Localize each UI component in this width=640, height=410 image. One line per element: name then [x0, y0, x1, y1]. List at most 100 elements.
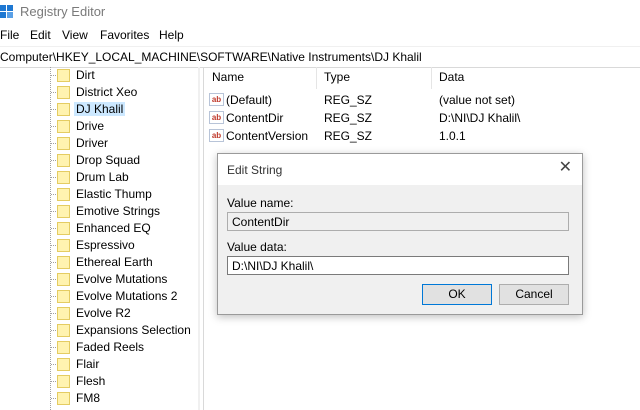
column-separator[interactable]: [316, 67, 317, 89]
value-row-default[interactable]: ab (Default) REG_SZ (value not set): [204, 91, 640, 109]
folder-icon: [57, 188, 70, 201]
menu-favorites[interactable]: Favorites: [100, 28, 149, 42]
menu-help[interactable]: Help: [159, 28, 184, 42]
tree-item-dirt[interactable]: Dirt: [0, 67, 198, 84]
tree-connector: [51, 143, 56, 144]
tree-connector: [51, 364, 56, 365]
value-data: (value not set): [439, 93, 516, 107]
column-separator[interactable]: [431, 67, 432, 89]
tree-item-label: Flair: [76, 357, 100, 371]
tree-item-label: Emotive Strings: [76, 204, 161, 218]
tree-item-evolve-mutations-2[interactable]: Evolve Mutations 2: [0, 288, 198, 305]
tree-item-label: Dirt: [76, 68, 95, 82]
value-name: ContentDir: [226, 111, 284, 125]
tree-connector: [51, 398, 56, 399]
tree-item-label: Drum Lab: [76, 170, 129, 184]
value-data: D:\NI\DJ Khalil\: [439, 111, 521, 125]
pane-splitter[interactable]: [198, 67, 200, 410]
tree-connector: [51, 245, 56, 246]
folder-icon: [57, 222, 70, 235]
value-row-contentversion[interactable]: ab ContentVersion REG_SZ 1.0.1: [204, 127, 640, 145]
folder-icon: [57, 205, 70, 218]
tree-item-driver[interactable]: Driver: [0, 135, 198, 152]
value-type: REG_SZ: [324, 111, 373, 125]
menu-file[interactable]: File: [0, 28, 19, 42]
tree-item-drop-squad[interactable]: Drop Squad: [0, 152, 198, 169]
tree-connector: [51, 381, 56, 382]
tree-connector: [51, 126, 56, 127]
value-row-contentdir[interactable]: ab ContentDir REG_SZ D:\NI\DJ Khalil\: [204, 109, 640, 127]
tree-connector: [51, 228, 56, 229]
folder-icon: [57, 86, 70, 99]
tree-item-label: Flesh: [76, 374, 106, 388]
menu-edit[interactable]: Edit: [30, 28, 51, 42]
folder-icon: [57, 358, 70, 371]
tree-item-dj-khalil[interactable]: DJ Khalil: [0, 101, 198, 118]
menu-bar: File Edit View Favorites Help: [0, 26, 640, 46]
dialog-title: Edit String: [227, 163, 283, 177]
folder-open-icon: [57, 103, 70, 116]
menu-view[interactable]: View: [62, 28, 88, 42]
tree-connector: [51, 177, 56, 178]
tree-connector: [51, 109, 56, 110]
close-icon[interactable]: ✕: [559, 160, 572, 176]
folder-icon: [57, 239, 70, 252]
value-data: 1.0.1: [439, 129, 466, 143]
tree-item-label: District Xeo: [76, 85, 138, 99]
tree-item-label: Driver: [76, 136, 108, 150]
column-header-data[interactable]: Data: [439, 70, 464, 84]
edit-string-dialog: Edit String ✕ Value name: Value data: OK…: [217, 153, 583, 315]
tree-connector: [51, 330, 56, 331]
value-name-field[interactable]: [227, 212, 569, 231]
column-header-name[interactable]: Name: [212, 70, 244, 84]
registry-editor-icon: [0, 5, 13, 18]
tree-item-label: Espressivo: [76, 238, 135, 252]
ab-string-icon: ab: [209, 129, 224, 142]
title-bar: Registry Editor: [0, 0, 640, 24]
tree-item-label: Drive: [76, 119, 105, 133]
value-type: REG_SZ: [324, 129, 373, 143]
tree-item-expansions-selection[interactable]: Expansions Selection: [0, 322, 198, 339]
tree-connector: [51, 296, 56, 297]
tree-item-label: FM8: [76, 391, 100, 405]
tree-connector: [51, 347, 56, 348]
ok-button[interactable]: OK: [422, 284, 492, 305]
tree-item-drum-lab[interactable]: Drum Lab: [0, 169, 198, 186]
value-name: (Default): [226, 93, 273, 107]
tree-item-emotive-strings[interactable]: Emotive Strings: [0, 203, 198, 220]
tree-item-label: Expansions Selection: [76, 323, 191, 337]
tree-item-label: Drop Squad: [76, 153, 141, 167]
tree-item-evolve-mutations[interactable]: Evolve Mutations: [0, 271, 198, 288]
ab-string-icon: ab: [209, 93, 224, 106]
tree-item-label: Ethereal Earth: [76, 255, 153, 269]
folder-icon: [57, 120, 70, 133]
value-data-field[interactable]: [227, 256, 569, 275]
tree-item-faded-reels[interactable]: Faded Reels: [0, 339, 198, 356]
address-bar[interactable]: Computer\HKEY_LOCAL_MACHINE\SOFTWARE\Nat…: [0, 46, 640, 68]
tree-item-label: Evolve R2: [76, 306, 131, 320]
folder-icon: [57, 273, 70, 286]
folder-icon: [57, 69, 70, 82]
column-header-type[interactable]: Type: [324, 70, 350, 84]
tree-item-district-xeo[interactable]: District Xeo: [0, 84, 198, 101]
tree-item-enhanced-eq[interactable]: Enhanced EQ: [0, 220, 198, 237]
cancel-button[interactable]: Cancel: [499, 284, 569, 305]
folder-icon: [57, 375, 70, 388]
tree-item-flair[interactable]: Flair: [0, 356, 198, 373]
key-tree: Dirt District Xeo DJ Khalil Drive Driver…: [0, 67, 198, 410]
tree-item-drive[interactable]: Drive: [0, 118, 198, 135]
dialog-title-bar[interactable]: Edit String ✕: [218, 154, 582, 185]
tree-item-elastic-thump[interactable]: Elastic Thump: [0, 186, 198, 203]
folder-icon: [57, 256, 70, 269]
tree-connector: [51, 279, 56, 280]
ab-string-icon: ab: [209, 111, 224, 124]
tree-item-ethereal-earth[interactable]: Ethereal Earth: [0, 254, 198, 271]
tree-item-espressivo[interactable]: Espressivo: [0, 237, 198, 254]
folder-icon: [57, 392, 70, 405]
tree-item-evolve-r2[interactable]: Evolve R2: [0, 305, 198, 322]
tree-item-flesh[interactable]: Flesh: [0, 373, 198, 390]
folder-icon: [57, 324, 70, 337]
value-data-label: Value data:: [227, 240, 287, 254]
tree-item-fm8[interactable]: FM8: [0, 390, 198, 407]
tree-connector: [51, 262, 56, 263]
